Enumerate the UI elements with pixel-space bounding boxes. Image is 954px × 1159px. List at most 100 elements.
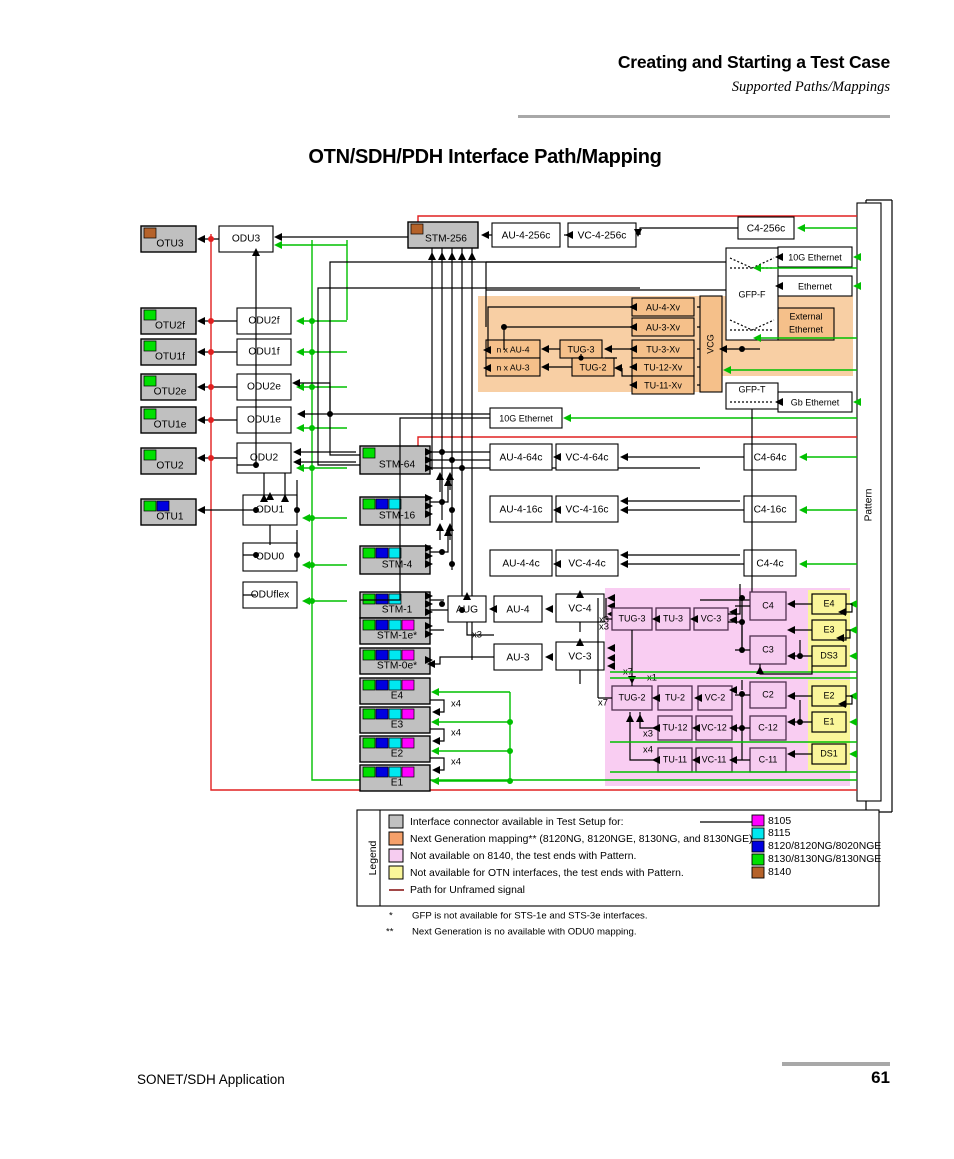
c-box-c4-256c[interactable]: C4-256c — [737, 216, 795, 240]
legend-model-4: 8140 — [768, 867, 791, 878]
au-box-au3[interactable]: AU-3 — [493, 643, 543, 671]
page: Creating and Starting a Test Case Suppor… — [0, 0, 954, 1159]
au-box-au4-256c[interactable]: AU-4-256c — [491, 222, 561, 248]
pink-box-c3[interactable]: C3 — [749, 635, 787, 665]
stm-box-e1[interactable]: E1 — [359, 764, 431, 792]
svg-text:VC-12: VC-12 — [701, 722, 727, 732]
pdh-box-ds3[interactable]: DS3 — [811, 645, 847, 667]
stm-box-stm4[interactable]: STM-4 — [359, 545, 431, 575]
legend-model-swatch-8140 — [751, 866, 765, 879]
svg-text:VC-4-64c: VC-4-64c — [565, 453, 608, 464]
vc-box-vc4-16c[interactable]: VC-4-16c — [555, 495, 619, 523]
pink-box-vc3[interactable]: VC-3 — [693, 607, 729, 631]
pink-box-c2[interactable]: C2 — [749, 681, 787, 709]
svg-text:ODU0: ODU0 — [256, 552, 285, 563]
legend-title: Legend — [368, 840, 379, 875]
swatch-8130 — [362, 447, 376, 459]
pink-box-tu2[interactable]: TU-2 — [657, 685, 693, 711]
svg-text:OTU1: OTU1 — [156, 512, 184, 523]
stm-box-e3[interactable]: E3 — [359, 706, 431, 734]
stm-box-stm0e[interactable]: STM-0e* — [359, 647, 431, 675]
odu-box-odu2[interactable]: ODU2 — [236, 442, 292, 474]
odu-box-odu3[interactable]: ODU3 — [218, 225, 274, 253]
pink-box-tu12[interactable]: TU-12 — [657, 715, 693, 741]
legend-model-0: 8105 — [768, 816, 791, 827]
otu-box-otu1e[interactable]: OTU1e — [140, 406, 197, 434]
svg-text:VC-4-256c: VC-4-256c — [578, 231, 627, 242]
svg-text:TU-3-Xv: TU-3-Xv — [646, 344, 680, 354]
svg-text:STM-0e*: STM-0e* — [377, 661, 417, 672]
pink-box-c11[interactable]: C-11 — [749, 747, 787, 773]
vc-box-vc3-main[interactable]: VC-3 — [555, 641, 605, 671]
xv-box-au3xv[interactable]: AU-3-Xv — [631, 317, 695, 337]
odu-box-odu2e[interactable]: ODU2e — [236, 373, 292, 401]
stm-box-stm256[interactable]: STM-256 — [407, 221, 479, 249]
otu-box-otu3[interactable]: OTU3 — [140, 225, 197, 253]
odu-box-odu1e[interactable]: ODU1e — [236, 406, 292, 434]
pink-box-vc11[interactable]: VC-11 — [695, 747, 733, 773]
au-box-au4-4c[interactable]: AU-4-4c — [489, 549, 553, 577]
legend-model-swatch-8105 — [751, 814, 765, 827]
svg-text:OTU3: OTU3 — [156, 239, 184, 250]
pink-box-tu11[interactable]: TU-11 — [657, 747, 693, 773]
au-box-au4[interactable]: AU-4 — [493, 595, 543, 623]
pink-box-tug3[interactable]: TUG-3 — [611, 607, 653, 631]
odu-box-odu1f[interactable]: ODU1f — [236, 338, 292, 366]
stm-box-e4[interactable]: E4 — [359, 677, 431, 705]
pink-box-vc2[interactable]: VC-2 — [697, 685, 733, 711]
eth-box-gbe[interactable]: Gb Ethernet — [777, 391, 853, 413]
legend-swatch-orange — [388, 831, 404, 846]
stm-lower-wiring — [425, 449, 465, 664]
otu-box-otu2[interactable]: OTU2 — [140, 447, 197, 475]
pdh-box-e1[interactable]: E1 — [811, 711, 847, 733]
mult-x4-e4: x4 — [451, 697, 461, 708]
footnote-text-1: Next Generation is no available with ODU… — [412, 927, 637, 938]
au-box-au4-64c[interactable]: AU-4-64c — [489, 443, 553, 471]
xv-box-tu3xv[interactable]: TU-3-Xv — [631, 339, 695, 359]
swatch-8140 — [143, 227, 157, 239]
odu-box-odu0[interactable]: ODU0 — [242, 542, 298, 572]
vc-box-vc4-64c[interactable]: VC-4-64c — [555, 443, 619, 471]
otu-box-otu2f[interactable]: OTU2f — [140, 307, 197, 335]
xv-box-tu11xv[interactable]: TU-11-Xv — [631, 375, 695, 395]
svg-text:OTU2f: OTU2f — [155, 321, 185, 332]
stm-box-stm16[interactable]: STM-16 — [359, 496, 431, 526]
vcg-label: VCG — [705, 334, 715, 354]
xv-box-tu12xv[interactable]: TU-12-Xv — [631, 357, 695, 377]
eth-box-eth[interactable]: Ethernet — [777, 275, 853, 297]
gfp-f-label: GFP-F — [739, 289, 766, 299]
stm-box-stm1e[interactable]: STM-1e* — [359, 617, 431, 645]
eth-box-10g[interactable]: 10G Ethernet — [777, 246, 853, 268]
pdh-box-ds1[interactable]: DS1 — [811, 743, 847, 765]
external-ethernet-box[interactable]: External Ethernet — [777, 307, 835, 341]
svg-text:C4-4c: C4-4c — [756, 559, 783, 570]
xv-box-au4xv[interactable]: AU-4-Xv — [631, 297, 695, 317]
pink-box-c4[interactable]: C4 — [749, 591, 787, 621]
vc-box-vc4[interactable]: VC-4 — [555, 593, 605, 623]
vc-box-vc4-4c[interactable]: VC-4-4c — [555, 549, 619, 577]
pink-box-c12[interactable]: C-12 — [749, 715, 787, 741]
otu-box-otu1[interactable]: OTU1 — [140, 498, 197, 526]
svg-text:E2: E2 — [391, 749, 404, 760]
pink-box-tug2[interactable]: TUG-2 — [611, 685, 653, 711]
stm-box-stm64[interactable]: STM-64 — [359, 445, 431, 475]
vc-box-vc4-256c[interactable]: VC-4-256c — [567, 222, 637, 248]
svg-text:ODU3: ODU3 — [232, 234, 261, 245]
otu-box-otu1f[interactable]: OTU1f — [140, 338, 197, 366]
nxau3-box[interactable]: n x AU-3 — [485, 357, 541, 377]
swatch-8130 — [143, 500, 157, 512]
svg-text:C2: C2 — [762, 689, 774, 699]
stm-box-e2[interactable]: E2 — [359, 735, 431, 763]
otu-box-otu2e[interactable]: OTU2e — [140, 373, 197, 401]
au-box-au4-16c[interactable]: AU-4-16c — [489, 495, 553, 523]
eth-box-10g-mid[interactable]: 10G Ethernet — [489, 407, 563, 429]
odu-box-odu2f[interactable]: ODU2f — [236, 307, 292, 335]
legend-model-2: 8120/8120NG/8020NGE — [768, 841, 881, 852]
nxau4-box[interactable]: n x AU-4 — [485, 339, 541, 359]
pink-box-vc12[interactable]: VC-12 — [695, 715, 733, 741]
pink-box-tu3[interactable]: TU-3 — [655, 607, 691, 631]
tug2-xv-box[interactable]: TUG-2 — [571, 357, 615, 377]
svg-text:TUG-2: TUG-2 — [580, 362, 607, 372]
stm-box-stm1[interactable]: STM-1 — [359, 591, 431, 619]
legend-text-3: Not available for OTN interfaces, the te… — [410, 868, 684, 879]
